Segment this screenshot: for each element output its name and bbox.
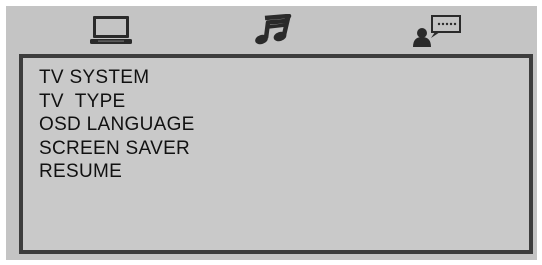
tab-speaker-setup[interactable] [402,9,472,51]
setup-menu-list: TV SYSTEM TV TYPE OSD LANGUAGE SCREEN SA… [39,66,195,184]
menu-item-osd-language[interactable]: OSD LANGUAGE [39,113,195,137]
tv-monitor-icon [90,16,132,44]
setup-tab-bar [6,6,537,52]
setup-menu-frame: TV SYSTEM TV TYPE OSD LANGUAGE SCREEN SA… [6,6,537,260]
speaker-person-icon [413,15,461,47]
tab-general-setup[interactable] [76,9,146,51]
menu-item-screen-saver[interactable]: SCREEN SAVER [39,137,195,161]
menu-item-tv-type[interactable]: TV TYPE [39,90,195,114]
music-note-icon [255,14,292,45]
menu-content-panel: TV SYSTEM TV TYPE OSD LANGUAGE SCREEN SA… [19,54,533,254]
tab-audio-setup[interactable] [238,9,308,51]
menu-item-resume[interactable]: RESUME [39,160,195,184]
menu-item-tv-system[interactable]: TV SYSTEM [39,66,195,90]
osd-screen: TV SYSTEM TV TYPE OSD LANGUAGE SCREEN SA… [0,0,542,265]
